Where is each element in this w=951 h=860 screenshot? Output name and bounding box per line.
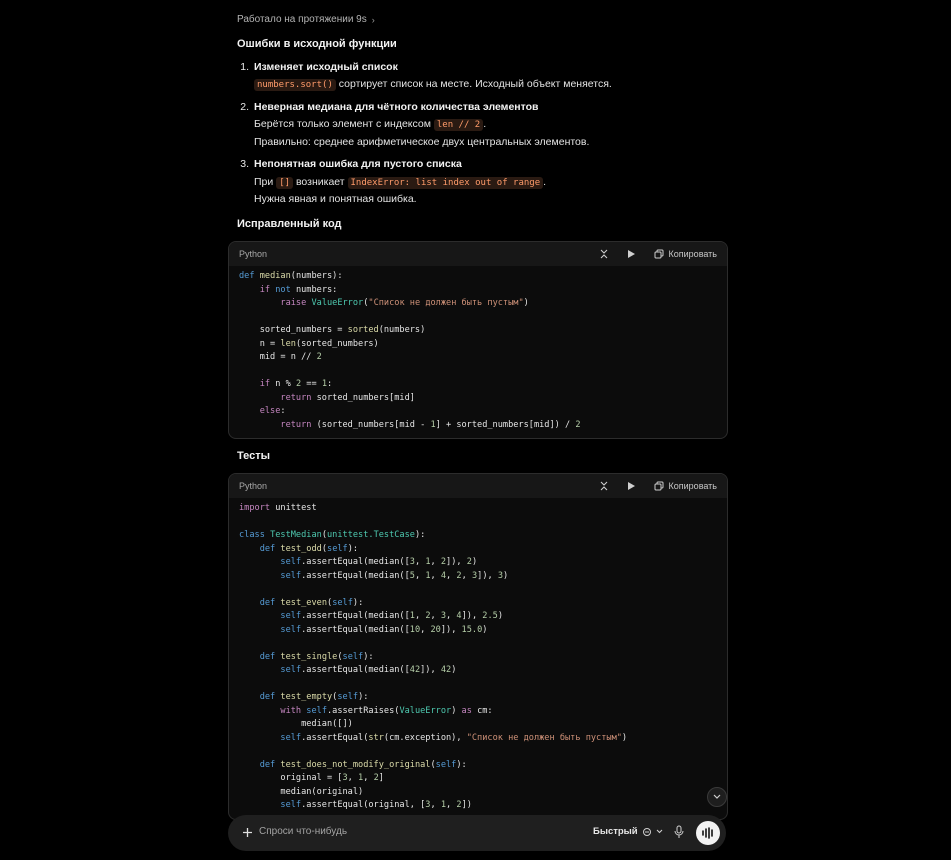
- run-icon[interactable]: [627, 249, 636, 259]
- mode-selector[interactable]: Быстрый: [593, 826, 663, 837]
- error-desc: При [] возникает IndexError: list index …: [254, 176, 547, 189]
- tests-heading: Тесты: [237, 450, 271, 462]
- copy-button[interactable]: Копировать: [654, 249, 717, 259]
- code-content[interactable]: import unittest class TestMedian(unittes…: [229, 498, 727, 813]
- code-block: Python Копировать import unittest class …: [228, 473, 728, 820]
- inline-code: IndexError: list index out of range: [347, 177, 544, 189]
- code-language: Python: [239, 481, 268, 491]
- collapse-icon[interactable]: [599, 249, 609, 259]
- error-desc: numbers.sort() сортирует список на месте…: [254, 78, 612, 91]
- copy-label: Копировать: [668, 249, 717, 259]
- error-text: При: [254, 176, 274, 188]
- error-title: Непонятная ошибка для пустого списка: [254, 158, 462, 170]
- mode-label: Быстрый: [593, 826, 638, 837]
- scroll-down-button[interactable]: [707, 787, 727, 807]
- code-content[interactable]: def median(numbers): if not numbers: rai…: [229, 266, 727, 432]
- code-block: Python Копировать def median(numbers): i…: [228, 241, 728, 439]
- code-block-header: Python Копировать: [229, 242, 727, 266]
- error-text: возникает: [295, 176, 345, 188]
- code-language: Python: [239, 249, 268, 259]
- run-icon[interactable]: [627, 481, 636, 491]
- error-title: Неверная медиана для чётного количества …: [254, 101, 539, 113]
- error-text: Берётся только элемент с индексом: [254, 118, 431, 130]
- punct: .: [483, 118, 487, 130]
- worked-duration[interactable]: Работало на протяжении 9s ›: [237, 14, 375, 25]
- model-icon: [642, 827, 651, 836]
- list-number: 1.: [240, 61, 249, 73]
- voice-icon[interactable]: [696, 821, 720, 845]
- inline-code: len // 2: [433, 119, 484, 131]
- code-block-header: Python Копировать: [229, 474, 727, 498]
- error-desc: Нужна явная и понятная ошибка.: [254, 193, 417, 205]
- error-desc: Правильно: среднее арифметическое двух ц…: [254, 136, 590, 148]
- chevron-down-icon: [713, 794, 721, 799]
- list-number: 3.: [240, 158, 249, 170]
- error-text: сортирует список на месте. Исходный объе…: [338, 78, 612, 90]
- error-title: Изменяет исходный список: [254, 61, 398, 73]
- copy-label: Копировать: [668, 481, 717, 491]
- errors-heading: Ошибки в исходной функции: [237, 38, 397, 50]
- composer: Спроси что-нибудь Быстрый: [228, 815, 726, 851]
- inline-code: []: [276, 177, 294, 189]
- list-number: 2.: [240, 101, 249, 113]
- copy-icon: [654, 481, 664, 491]
- inline-code: numbers.sort(): [254, 79, 336, 91]
- copy-button[interactable]: Копировать: [654, 481, 717, 491]
- mic-icon[interactable]: [674, 825, 684, 844]
- worked-label: Работало на протяжении 9s: [237, 14, 367, 25]
- collapse-icon[interactable]: [599, 481, 609, 491]
- prompt-input[interactable]: Спроси что-нибудь: [259, 826, 347, 837]
- copy-icon: [654, 249, 664, 259]
- fixed-code-heading: Исправленный код: [237, 218, 342, 230]
- error-desc: Берётся только элемент с индексом len //…: [254, 118, 487, 131]
- punct: .: [543, 176, 547, 188]
- chevron-down-icon: [656, 829, 663, 834]
- plus-icon[interactable]: [238, 823, 256, 841]
- chevron-right-icon: ›: [371, 14, 375, 25]
